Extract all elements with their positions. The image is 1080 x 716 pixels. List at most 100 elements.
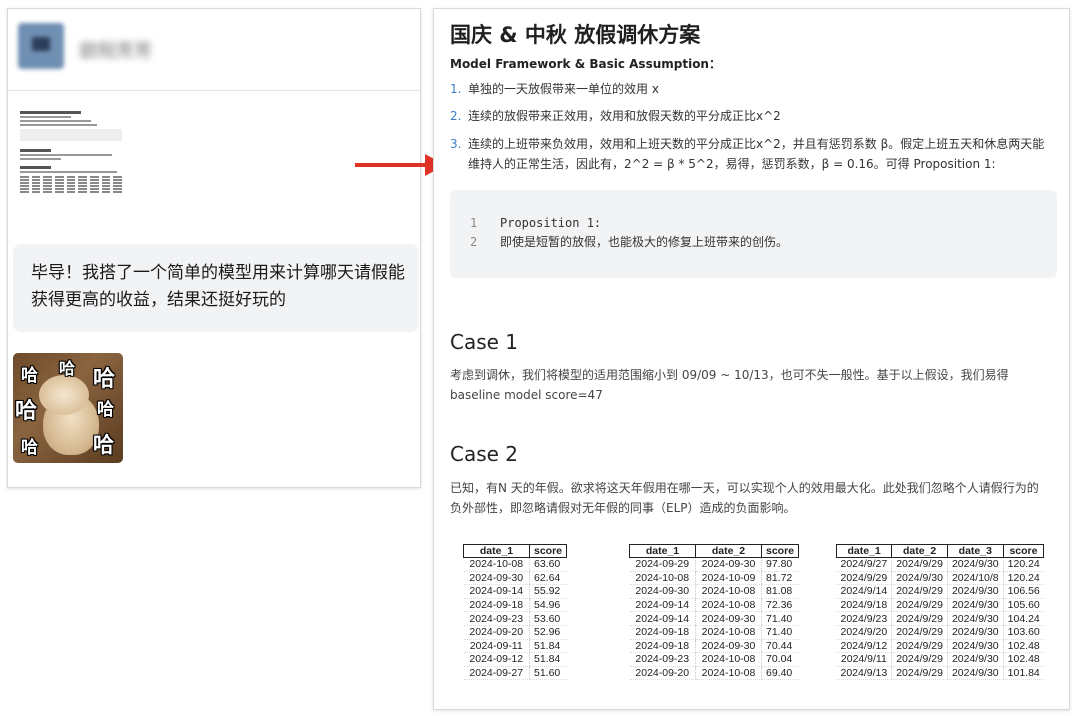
table-cell: 2024/9/30 (946, 639, 1004, 654)
table-cell: 2024-09-30 (695, 557, 762, 572)
table-cell: 2024/9/29 (891, 639, 948, 654)
table-cell: 105.60 (1002, 598, 1044, 613)
table-cell: 63.60 (528, 557, 567, 572)
table-cell: 54.96 (528, 598, 567, 613)
table-cell: 102.48 (1002, 652, 1044, 667)
avatar[interactable] (18, 23, 64, 69)
table-cell: 2024/9/23 (836, 611, 892, 626)
list-number: 1. (450, 82, 462, 96)
chat-contact-name[interactable]: 欧阳芳芳 (80, 37, 152, 63)
table-cell: 2024-09-12 (463, 652, 530, 667)
case1-text: 考虑到调休，我们将模型的适用范围缩小到 09/09 ~ 10/13，也可不失一般… (450, 368, 1009, 402)
table-cell: 51.60 (528, 666, 567, 681)
table-cell: 2024-09-29 (629, 557, 696, 572)
table-cell: 55.92 (528, 584, 567, 599)
table-row: 2024-09-20 2024-10-08 69.40 (629, 666, 799, 681)
table-cell: 120.24 (1002, 557, 1044, 572)
list-text: 连续的上班带来负效用，效用和上班天数的平分成正比x^2，并且有惩罚系数 β。假定… (468, 137, 1045, 171)
table-cell: 2024-09-18 (629, 639, 696, 654)
table-cell: 2024/9/29 (891, 584, 948, 599)
sticker-text: 哈 (93, 433, 114, 457)
table-cell: 70.44 (760, 639, 799, 654)
table-cell: 102.48 (1002, 639, 1044, 654)
table-cell: 81.08 (760, 584, 799, 599)
table-row: 2024/9/18 2024/9/29 2024/9/30 105.60 (836, 598, 1044, 613)
table-row: 2024/9/11 2024/9/29 2024/9/30 102.48 (836, 652, 1044, 667)
table-cell: 52.96 (528, 625, 567, 640)
table-cell: 69.40 (760, 666, 799, 681)
table-cell: 2024/10/8 (946, 571, 1004, 586)
chat-message-bubble[interactable]: 毕导！我搭了一个简单的模型用来计算哪天请假能获得更高的收益，结果还挺好玩的 (13, 244, 419, 332)
table-cell: 2024-10-08 (629, 571, 696, 586)
table-cell: 2024/9/30 (946, 557, 1004, 572)
table-row: 2024/9/29 2024/9/30 2024/10/8 120.24 (836, 571, 1044, 586)
column-header: date_1 (629, 544, 696, 558)
table-row: 2024-09-27 51.60 (463, 666, 567, 681)
code-block[interactable]: 1 Proposition 1: 2 即使是短暂的放假，也能极大的修复上班带来的创伤… (450, 190, 1057, 278)
case1-heading: Case 1 (450, 330, 519, 354)
document-panel: 国庆 & 中秋 放假调休方案 Model Framework & Basic A… (433, 8, 1070, 710)
table-row: 2024-09-30 2024-10-08 81.08 (629, 584, 799, 599)
table-row: 2024-09-30 62.64 (463, 571, 567, 586)
table-cell: 97.80 (760, 557, 799, 572)
list-number: 3. (450, 137, 462, 151)
table-row: 2024-09-14 55.92 (463, 584, 567, 599)
table-row: 2024/9/27 2024/9/29 2024/9/30 120.24 (836, 557, 1044, 572)
table-cell: 62.64 (528, 571, 567, 586)
table-cell: 2024-09-20 (629, 666, 696, 681)
code-line: 2 即使是短暂的放假，也能极大的修复上班带来的创伤。 (470, 233, 1057, 252)
table-cell: 53.60 (528, 611, 567, 626)
table-cell: 2024-09-14 (463, 584, 530, 599)
table-cell: 2024-09-14 (629, 611, 696, 626)
table-cell: 51.84 (528, 639, 567, 654)
case2-text: 已知，有N 天的年假。欲求将这天年假用在哪一天，可以实现个人的效用最大化。此处我… (450, 481, 1039, 515)
column-header: score (760, 544, 800, 558)
table-cell: 2024-09-30 (695, 639, 762, 654)
red-arrow-icon (355, 154, 445, 176)
table-row: 2024-09-12 51.84 (463, 652, 567, 667)
list-text: 连续的放假带来正效用，效用和放假天数的平分成正比x^2 (468, 109, 781, 123)
sticker-text: 哈 (15, 399, 38, 424)
sticker-text: 哈 (97, 400, 114, 420)
chat-panel: 欧阳芳芳 毕导！我搭了一个简单的模型用来计算哪天请假能获得更高的收益，结果还挺好… (7, 8, 421, 488)
table-cell: 2024-09-30 (463, 571, 530, 586)
table-cell: 2024/9/29 (836, 571, 892, 586)
cat-head (39, 375, 89, 415)
table-cell: 2024/9/30 (946, 652, 1004, 667)
column-header: score (528, 544, 568, 558)
document-title: 国庆 & 中秋 放假调休方案 (450, 23, 701, 47)
list-number: 2. (450, 109, 462, 123)
line-number: 1 (470, 216, 478, 230)
table-cell: 2024/9/30 (946, 625, 1004, 640)
sticker-text: 哈 (21, 366, 38, 386)
code-line: 1 Proposition 1: (470, 214, 1057, 233)
table-row: 2024/9/20 2024/9/29 2024/9/30 103.60 (836, 625, 1044, 640)
table-cell: 70.04 (760, 652, 799, 667)
table-cell: 2024/9/20 (836, 625, 892, 640)
table-cell: 2024/9/13 (836, 666, 892, 681)
cat-sticker-image[interactable]: 哈 哈 哈 哈 哈 哈 哈 (13, 353, 123, 463)
table-cell: 51.84 (528, 652, 567, 667)
table-cell: 2024-09-30 (695, 611, 762, 626)
table-cell: 81.72 (760, 571, 799, 586)
code-text: Proposition 1: (500, 216, 602, 230)
table-cell: 101.84 (1002, 666, 1044, 681)
table-cell: 2024/9/11 (836, 652, 892, 667)
table-cell: 2024/9/29 (891, 625, 948, 640)
table-cell: 2024-09-18 (629, 625, 696, 640)
list-item: 2. 连续的放假带来正效用，效用和放假天数的平分成正比x^2 (450, 106, 1048, 126)
document-thumbnail[interactable] (20, 109, 122, 221)
table-cell: 2024/9/29 (891, 557, 948, 572)
table-row: 2024/9/12 2024/9/29 2024/9/30 102.48 (836, 639, 1044, 654)
table-cell: 72.36 (760, 598, 799, 613)
table-cell: 2024-09-11 (463, 639, 530, 654)
column-header: date_1 (463, 544, 530, 558)
table-cell: 2024-10-08 (695, 652, 762, 667)
table-cell: 2024/9/30 (946, 598, 1004, 613)
table-cell: 2024-09-27 (463, 666, 530, 681)
column-header: date_2 (891, 544, 948, 558)
results-table-1: date_1 score 2024-10-08 63.60 2024-09-30 62… (463, 544, 568, 681)
table-cell: 2024-10-08 (695, 598, 762, 613)
column-header: date_2 (695, 544, 762, 558)
table-row: 2024-09-18 2024-10-08 71.40 (629, 625, 799, 640)
